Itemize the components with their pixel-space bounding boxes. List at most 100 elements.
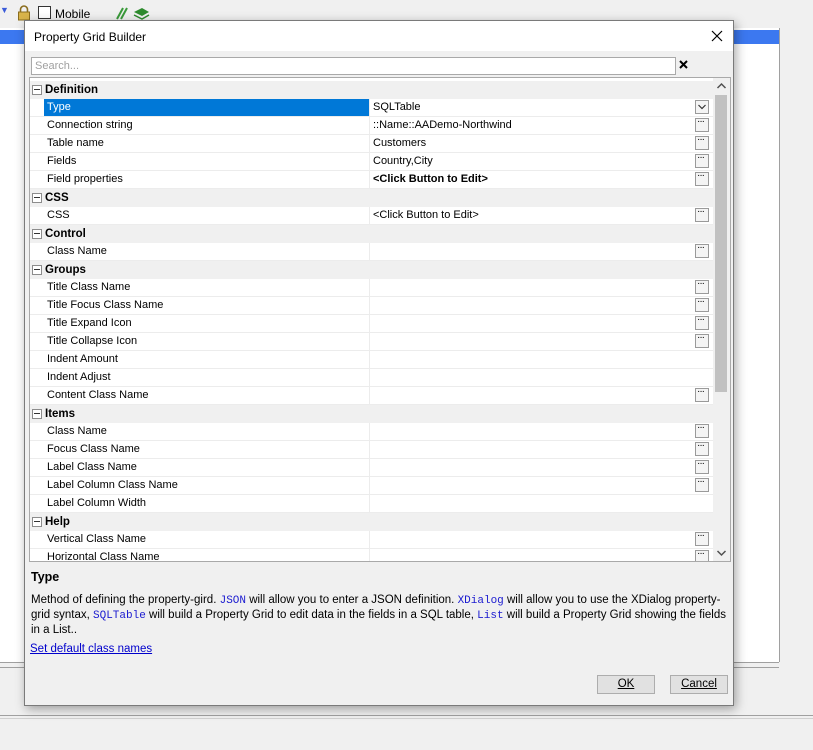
collapse-icon[interactable] <box>32 85 42 95</box>
ellipsis-button[interactable] <box>695 134 709 150</box>
property-row[interactable]: Indent Amount <box>30 351 713 369</box>
layers-tool-icon[interactable] <box>116 6 150 20</box>
category-row[interactable]: CSS <box>30 189 713 207</box>
ellipsis-button[interactable] <box>695 296 709 312</box>
property-value[interactable] <box>371 477 691 494</box>
property-name[interactable]: Label Column Width <box>44 495 370 512</box>
property-value[interactable]: Customers <box>371 135 691 152</box>
property-row[interactable]: Type SQLTable <box>30 99 713 117</box>
property-name[interactable]: Indent Amount <box>44 351 370 368</box>
property-name[interactable]: Title Focus Class Name <box>44 297 370 314</box>
property-name[interactable]: Class Name <box>44 243 370 260</box>
lock-icon[interactable] <box>17 5 31 21</box>
property-row[interactable]: Horizontal Class Name <box>30 548 713 561</box>
property-row[interactable]: Indent Adjust <box>30 369 713 387</box>
property-value[interactable]: <Click Button to Edit> <box>371 207 691 224</box>
property-name[interactable]: Label Column Class Name <box>44 477 370 494</box>
ellipsis-button[interactable] <box>695 440 709 456</box>
ellipsis-button[interactable] <box>695 152 709 168</box>
category-row[interactable]: Items <box>30 405 713 423</box>
property-name[interactable]: Title Class Name <box>44 279 370 296</box>
property-value[interactable]: ::Name::AADemo-Northwind <box>371 117 691 134</box>
property-name[interactable]: Connection string <box>44 117 370 134</box>
property-name[interactable]: Title Expand Icon <box>44 315 370 332</box>
ellipsis-button[interactable] <box>695 530 709 546</box>
close-button[interactable] <box>701 21 733 51</box>
property-row[interactable]: Focus Class Name <box>30 440 713 459</box>
category-row[interactable]: Groups <box>30 261 713 279</box>
property-row[interactable]: Fields Country,City <box>30 152 713 171</box>
property-row[interactable]: Field properties <Click Button to Edit> <box>30 170 713 189</box>
property-value[interactable] <box>371 423 691 440</box>
property-row[interactable]: Vertical Class Name <box>30 530 713 549</box>
scroll-up-icon[interactable] <box>713 78 730 95</box>
ellipsis-button[interactable] <box>695 206 709 222</box>
scrollbar-thumb[interactable] <box>715 95 727 392</box>
mobile-checkbox[interactable] <box>38 6 51 19</box>
collapse-icon[interactable] <box>32 193 42 203</box>
property-row[interactable]: Content Class Name <box>30 386 713 405</box>
clear-search-icon[interactable] <box>676 56 692 74</box>
property-row[interactable]: Title Class Name <box>30 278 713 297</box>
property-value[interactable] <box>371 315 691 332</box>
ellipsis-button[interactable] <box>695 116 709 132</box>
ok-button[interactable]: OK <box>597 675 655 694</box>
property-name[interactable]: Field properties <box>44 171 370 188</box>
property-value[interactable]: <Click Button to Edit> <box>371 171 691 188</box>
search-input[interactable] <box>32 58 675 74</box>
dialog-titlebar[interactable]: Property Grid Builder <box>25 21 733 51</box>
property-name[interactable]: Class Name <box>44 423 370 440</box>
property-name[interactable]: Focus Class Name <box>44 441 370 458</box>
property-name[interactable]: Label Class Name <box>44 459 370 476</box>
property-value[interactable] <box>371 369 691 386</box>
ellipsis-button[interactable] <box>695 314 709 330</box>
category-row[interactable]: Help <box>30 513 713 531</box>
collapse-icon[interactable] <box>32 517 42 527</box>
property-name[interactable]: Type <box>44 99 370 116</box>
property-value[interactable] <box>371 441 691 458</box>
ellipsis-button[interactable] <box>695 422 709 438</box>
ellipsis-button[interactable] <box>695 242 709 258</box>
property-row[interactable]: Label Class Name <box>30 458 713 477</box>
property-value[interactable] <box>371 351 691 368</box>
vertical-scrollbar[interactable] <box>713 78 730 561</box>
property-row[interactable]: Class Name <box>30 242 713 261</box>
property-row[interactable]: Label Column Width <box>30 495 713 513</box>
dropdown-button[interactable] <box>695 100 709 114</box>
property-row[interactable]: Title Collapse Icon <box>30 332 713 351</box>
collapse-icon[interactable] <box>32 229 42 239</box>
scroll-down-icon[interactable] <box>713 544 730 561</box>
property-name[interactable]: CSS <box>44 207 370 224</box>
property-value[interactable] <box>371 387 691 404</box>
ellipsis-button[interactable] <box>695 458 709 474</box>
ellipsis-button[interactable] <box>695 332 709 348</box>
property-name[interactable]: Indent Adjust <box>44 369 370 386</box>
property-name[interactable]: Vertical Class Name <box>44 531 370 548</box>
ellipsis-button[interactable] <box>695 170 709 186</box>
property-value[interactable]: Country,City <box>371 153 691 170</box>
property-value[interactable] <box>371 243 691 260</box>
property-value[interactable] <box>371 495 691 512</box>
property-value[interactable] <box>371 297 691 314</box>
cancel-button[interactable]: Cancel <box>670 675 728 694</box>
dropdown-arrow-icon[interactable]: ▼ <box>0 5 9 15</box>
ellipsis-button[interactable] <box>695 278 709 294</box>
property-row[interactable]: Title Expand Icon <box>30 314 713 333</box>
ellipsis-button[interactable] <box>695 548 709 561</box>
property-value[interactable] <box>371 333 691 350</box>
property-value[interactable] <box>371 279 691 296</box>
property-name[interactable]: Horizontal Class Name <box>44 549 370 561</box>
property-row[interactable]: Label Column Class Name <box>30 476 713 495</box>
category-row[interactable]: Control <box>30 225 713 243</box>
ellipsis-button[interactable] <box>695 386 709 402</box>
property-name[interactable]: Content Class Name <box>44 387 370 404</box>
property-name[interactable]: Fields <box>44 153 370 170</box>
property-value[interactable] <box>371 531 691 548</box>
property-row[interactable]: Table name Customers <box>30 134 713 153</box>
ellipsis-button[interactable] <box>695 476 709 492</box>
collapse-icon[interactable] <box>32 265 42 275</box>
collapse-icon[interactable] <box>32 409 42 419</box>
set-default-class-names-link[interactable]: Set default class names <box>30 643 152 655</box>
property-value[interactable] <box>371 459 691 476</box>
property-value[interactable]: SQLTable <box>371 99 691 116</box>
